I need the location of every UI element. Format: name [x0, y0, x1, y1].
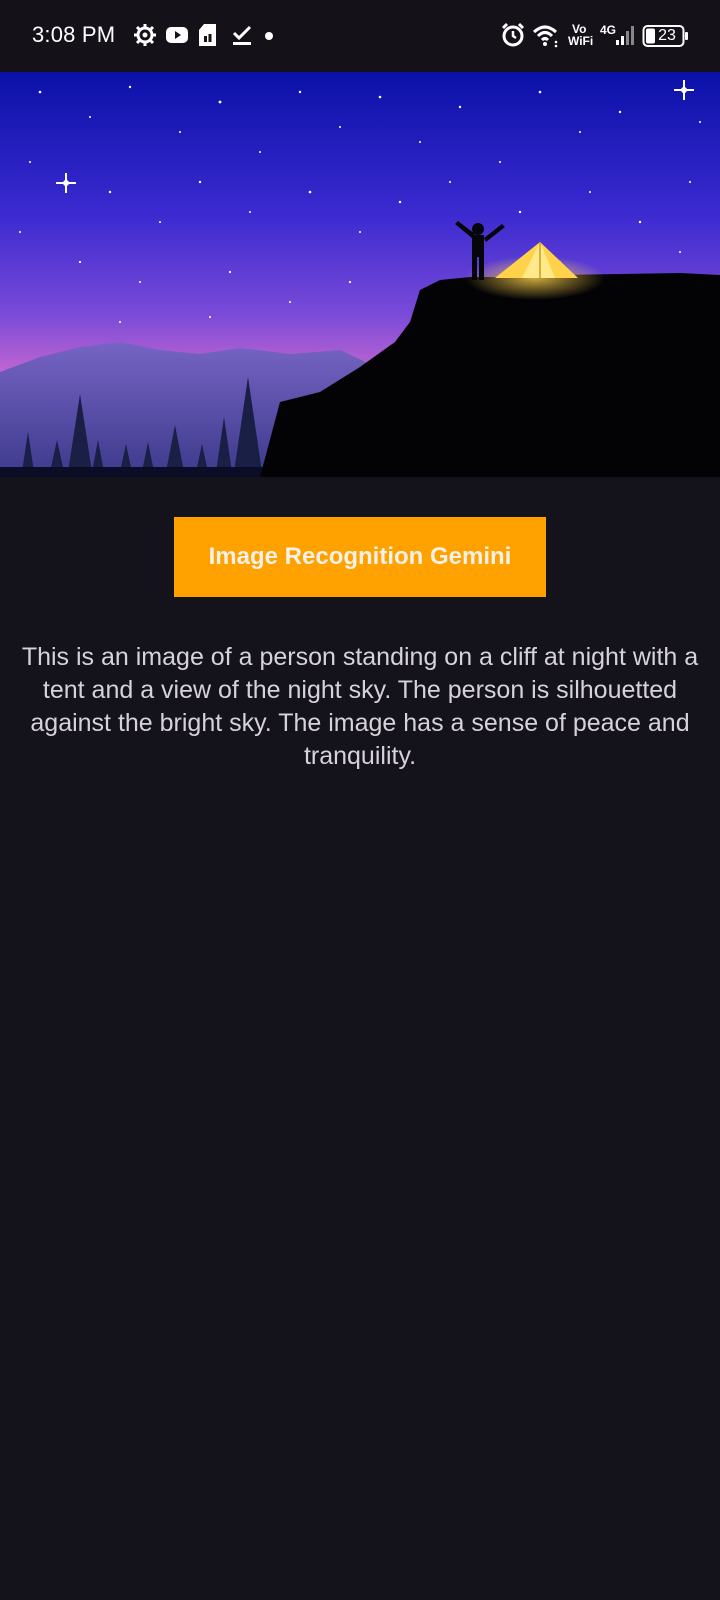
recognition-result-text: This is an image of a person standing on…	[21, 643, 699, 770]
image-recognition-button[interactable]: Image Recognition Gemini	[174, 517, 546, 597]
battery-level: 23	[658, 27, 676, 44]
vowifi-label: Vo WiFi	[568, 23, 593, 47]
alarm-icon	[500, 22, 526, 48]
wifi-label: WiFi	[568, 34, 594, 48]
settings-gear-icon	[132, 22, 158, 48]
youtube-icon	[164, 22, 190, 48]
status-bar: 3:08 PM Vo WiFi 4G 23	[0, 0, 720, 72]
status-time: 3:08 PM	[32, 22, 116, 47]
sd-card-icon	[196, 22, 220, 48]
night-camping-illustration	[0, 72, 720, 477]
wifi-icon	[532, 22, 558, 48]
battery-icon: 23	[642, 24, 690, 50]
signal-icon	[614, 25, 638, 51]
hero-image	[0, 72, 720, 477]
download-done-icon	[230, 22, 254, 48]
dot-icon	[264, 31, 274, 57]
